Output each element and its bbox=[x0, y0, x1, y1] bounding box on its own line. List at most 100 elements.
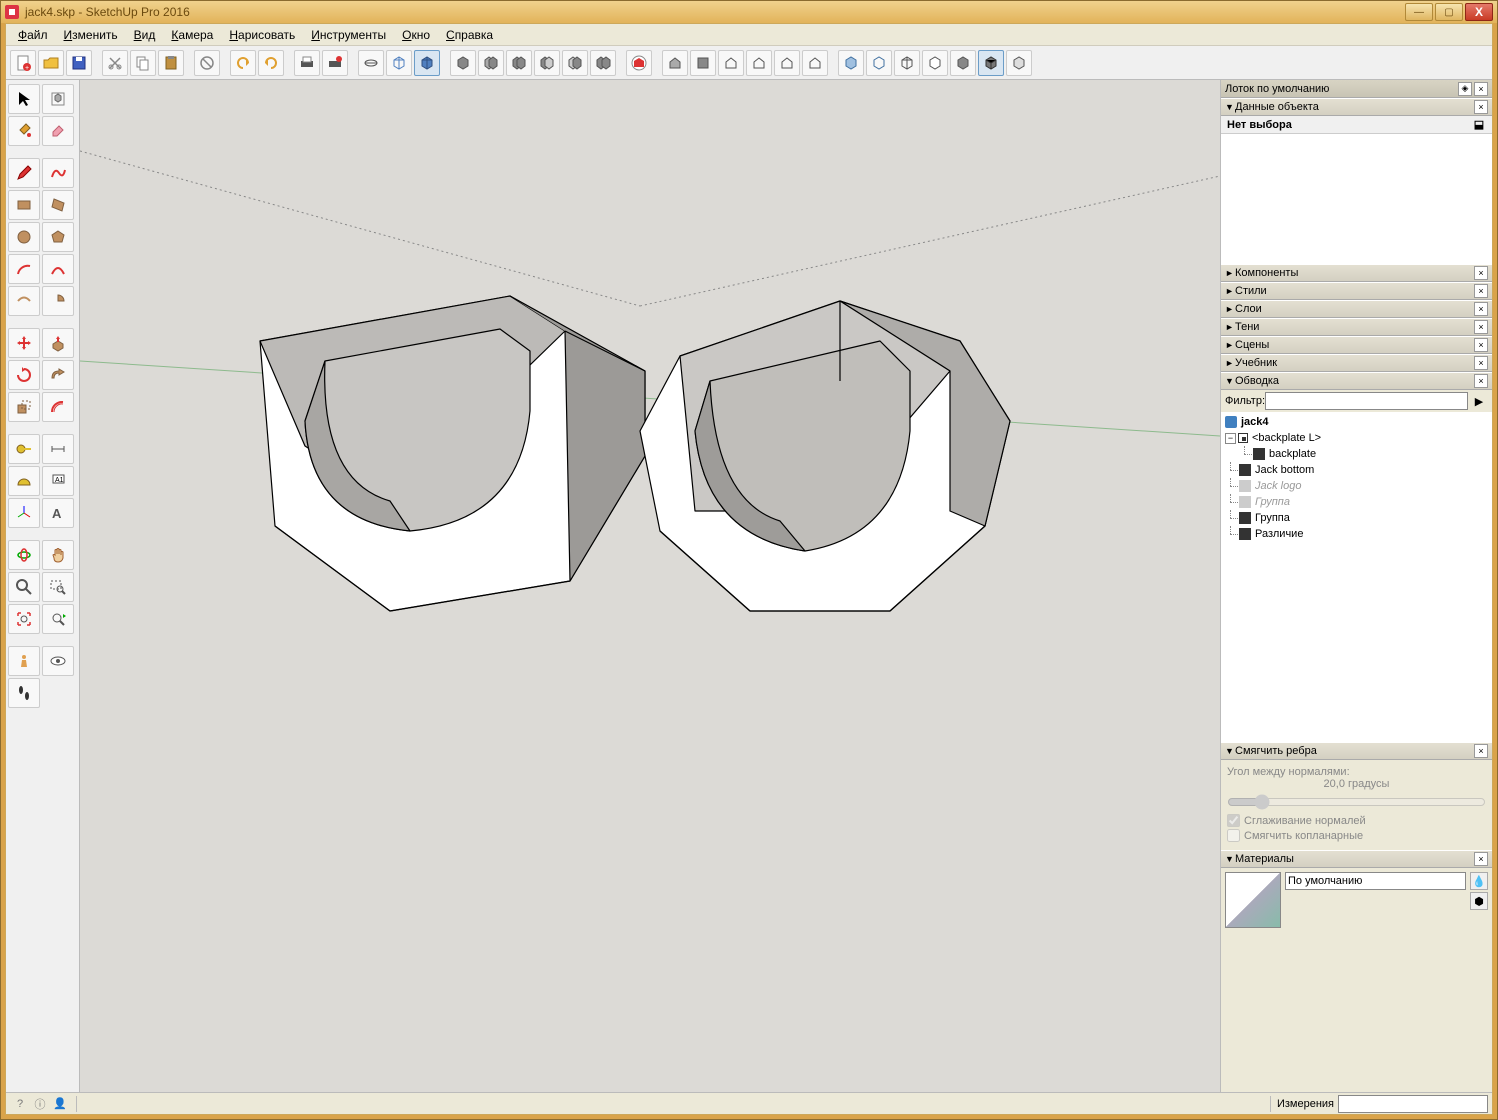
section-shadows[interactable]: ►Тени× bbox=[1221, 318, 1492, 336]
dimension-tool[interactable] bbox=[42, 434, 74, 464]
style-1[interactable] bbox=[838, 50, 864, 76]
view-back[interactable] bbox=[774, 50, 800, 76]
tape-tool[interactable] bbox=[8, 434, 40, 464]
tray-pin-button[interactable]: ◈ bbox=[1458, 82, 1472, 96]
new-button[interactable]: + bbox=[10, 50, 36, 76]
2pt-arc-tool[interactable] bbox=[42, 254, 74, 284]
style-7[interactable] bbox=[1006, 50, 1032, 76]
section-layers-close[interactable]: × bbox=[1474, 302, 1488, 316]
style-6[interactable] bbox=[978, 50, 1004, 76]
solid-1[interactable] bbox=[450, 50, 476, 76]
tree-item-label[interactable]: Jack logo bbox=[1255, 480, 1301, 492]
open-button[interactable] bbox=[38, 50, 64, 76]
section-outliner-close[interactable]: × bbox=[1474, 374, 1488, 388]
rectangle-tool[interactable] bbox=[8, 190, 40, 220]
3pt-arc-tool[interactable] bbox=[8, 286, 40, 316]
offset-tool[interactable] bbox=[42, 392, 74, 422]
menu-camera[interactable]: Камера bbox=[163, 26, 221, 44]
section-shadows-close[interactable]: × bbox=[1474, 320, 1488, 334]
section-scenes-close[interactable]: × bbox=[1474, 338, 1488, 352]
material-swatch[interactable] bbox=[1225, 872, 1281, 928]
style-3[interactable] bbox=[894, 50, 920, 76]
style-4[interactable] bbox=[922, 50, 948, 76]
tree-item-label[interactable]: Группа bbox=[1255, 512, 1290, 524]
3dtext-tool[interactable]: A bbox=[42, 498, 74, 528]
look-around-tool[interactable] bbox=[42, 646, 74, 676]
view-right[interactable] bbox=[746, 50, 772, 76]
section-instructor-close[interactable]: × bbox=[1474, 356, 1488, 370]
menu-edit[interactable]: Изменить bbox=[56, 26, 126, 44]
section-styles[interactable]: ►Стили× bbox=[1221, 282, 1492, 300]
outliner-tree[interactable]: jack4 −<backplate L> backplate Jack bott… bbox=[1221, 412, 1492, 742]
section-entity-close[interactable]: × bbox=[1474, 100, 1488, 114]
menu-draw[interactable]: Нарисовать bbox=[221, 26, 303, 44]
pie-tool[interactable] bbox=[42, 286, 74, 316]
text-tool[interactable]: A1 bbox=[42, 466, 74, 496]
walk-tool[interactable] bbox=[8, 678, 40, 708]
cut-button[interactable] bbox=[102, 50, 128, 76]
viewport-3d[interactable] bbox=[80, 80, 1220, 1092]
rotate-tool[interactable] bbox=[8, 360, 40, 390]
make-component-tool[interactable] bbox=[42, 84, 74, 114]
view-top[interactable] bbox=[690, 50, 716, 76]
pushpull-tool[interactable] bbox=[42, 328, 74, 358]
menu-window[interactable]: Окно bbox=[394, 26, 438, 44]
help-icon[interactable]: ? bbox=[10, 1095, 30, 1113]
solid-4[interactable] bbox=[534, 50, 560, 76]
menu-help[interactable]: Справка bbox=[438, 26, 501, 44]
pan-tool[interactable] bbox=[42, 540, 74, 570]
polygon-tool[interactable] bbox=[42, 222, 74, 252]
solid-3[interactable] bbox=[506, 50, 532, 76]
style-5[interactable] bbox=[950, 50, 976, 76]
zoom-extents-tool[interactable] bbox=[8, 604, 40, 634]
tree-item-label[interactable]: <backplate L> bbox=[1252, 432, 1321, 444]
entity-options-icon[interactable]: ⬓ bbox=[1472, 118, 1486, 132]
style-2[interactable] bbox=[866, 50, 892, 76]
titlebar[interactable]: jack4.skp - SketchUp Pro 2016 — ▢ X bbox=[1, 1, 1497, 23]
section-components[interactable]: ►Компоненты× bbox=[1221, 264, 1492, 282]
menu-file[interactable]: Файл bbox=[10, 26, 56, 44]
select-tool[interactable] bbox=[8, 84, 40, 114]
tree-toggle[interactable]: − bbox=[1225, 433, 1236, 444]
section-outliner-header[interactable]: ▼Обводка× bbox=[1221, 372, 1492, 390]
tree-item-label[interactable]: Различие bbox=[1255, 528, 1303, 540]
tray-header[interactable]: Лоток по умолчанию ◈ × bbox=[1221, 80, 1492, 98]
section-soften-header[interactable]: ▼Смягчить ребра× bbox=[1221, 742, 1492, 760]
section-soften-close[interactable]: × bbox=[1474, 744, 1488, 758]
view-left[interactable] bbox=[802, 50, 828, 76]
section-materials-header[interactable]: ▼Материалы× bbox=[1221, 850, 1492, 868]
tree-item-label[interactable]: Группа bbox=[1255, 496, 1290, 508]
freehand-tool[interactable] bbox=[42, 158, 74, 188]
view-iso[interactable] bbox=[662, 50, 688, 76]
undo-button[interactable] bbox=[230, 50, 256, 76]
view-front[interactable] bbox=[718, 50, 744, 76]
paste-button[interactable] bbox=[158, 50, 184, 76]
eraser-tool[interactable] bbox=[42, 116, 74, 146]
print-button[interactable] bbox=[294, 50, 320, 76]
solid-6[interactable] bbox=[590, 50, 616, 76]
shaded-button[interactable] bbox=[414, 50, 440, 76]
section-materials-close[interactable]: × bbox=[1474, 852, 1488, 866]
position-camera-tool[interactable] bbox=[8, 646, 40, 676]
solid-5[interactable] bbox=[562, 50, 588, 76]
close-button[interactable]: X bbox=[1465, 3, 1493, 21]
outliner-filter-go[interactable]: ▶ bbox=[1470, 392, 1488, 410]
warehouse-button[interactable] bbox=[626, 50, 652, 76]
rotated-rect-tool[interactable] bbox=[42, 190, 74, 220]
followme-tool[interactable] bbox=[42, 360, 74, 390]
info-icon[interactable]: ⓘ bbox=[30, 1095, 50, 1113]
menu-tools[interactable]: Инструменты bbox=[303, 26, 394, 44]
tray-close-button[interactable]: × bbox=[1474, 82, 1488, 96]
axes-tool[interactable] bbox=[8, 498, 40, 528]
orbit-toggle[interactable] bbox=[358, 50, 384, 76]
menu-view[interactable]: Вид bbox=[126, 26, 164, 44]
line-tool[interactable] bbox=[8, 158, 40, 188]
model-info-button[interactable] bbox=[322, 50, 348, 76]
zoom-tool[interactable] bbox=[8, 572, 40, 602]
material-name-input[interactable] bbox=[1285, 872, 1466, 890]
section-layers[interactable]: ►Слои× bbox=[1221, 300, 1492, 318]
user-icon[interactable]: 👤 bbox=[50, 1095, 70, 1113]
scale-tool[interactable] bbox=[8, 392, 40, 422]
maximize-button[interactable]: ▢ bbox=[1435, 3, 1463, 21]
section-components-close[interactable]: × bbox=[1474, 266, 1488, 280]
